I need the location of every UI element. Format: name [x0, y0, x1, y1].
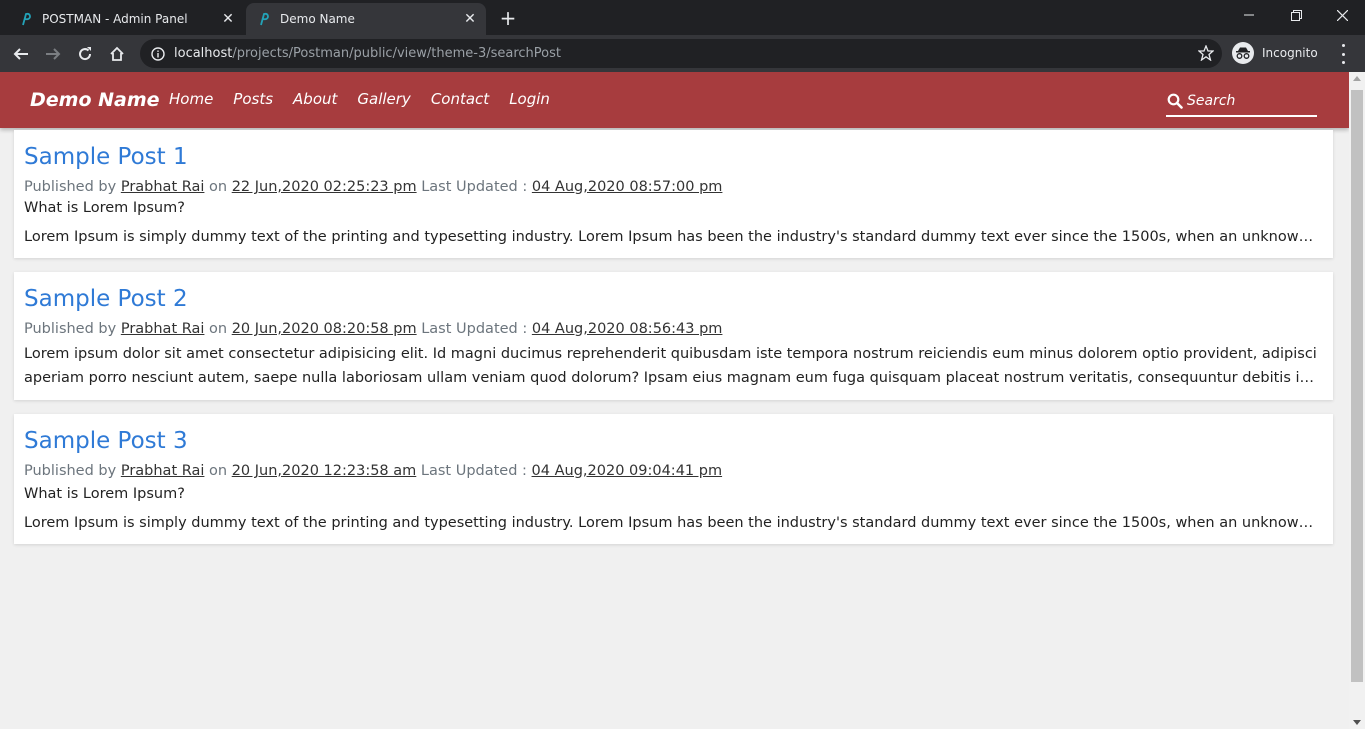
post-card: Sample Post 2 Published by Prabhat Rai o… — [14, 272, 1333, 400]
published-date[interactable]: 22 Jun,2020 02:25:23 pm — [232, 179, 417, 195]
updated-date[interactable]: 04 Aug,2020 08:57:00 pm — [532, 179, 723, 195]
post-card: Sample Post 3 Published by Prabhat Rai o… — [14, 414, 1333, 544]
post-excerpt-line: Lorem Ipsum is simply dummy text of the … — [24, 229, 1322, 245]
restore-icon[interactable] — [1285, 4, 1307, 26]
bookmark-star-icon[interactable] — [1197, 44, 1215, 62]
published-date[interactable]: 20 Jun,2020 12:23:58 am — [232, 463, 417, 479]
postman-favicon-icon — [256, 11, 272, 27]
incognito-indicator[interactable]: Incognito — [1232, 40, 1318, 66]
browser-tab-admin[interactable]: POSTMAN - Admin Panel ✕ — [8, 3, 244, 35]
search-placeholder: Search — [1187, 92, 1236, 109]
published-date[interactable]: 20 Jun,2020 08:20:58 pm — [232, 321, 417, 337]
incognito-label: Incognito — [1262, 46, 1318, 60]
site-info-icon[interactable] — [150, 46, 166, 62]
tab-title: Demo Name — [280, 12, 355, 26]
post-excerpt-line: Lorem ipsum dolor sit amet consectetur a… — [24, 346, 1317, 362]
tab-close-icon[interactable]: ✕ — [220, 11, 236, 27]
tab-title: POSTMAN - Admin Panel — [42, 12, 188, 26]
author-link[interactable]: Prabhat Rai — [121, 321, 205, 337]
scrollbar-thumb[interactable] — [1351, 90, 1363, 682]
site-navbar: Demo Name Home Posts About Gallery Conta… — [0, 72, 1349, 128]
browser-toolbar: localhost/projects/Postman/public/view/t… — [0, 35, 1365, 72]
post-title-link[interactable]: Sample Post 2 — [24, 286, 188, 312]
back-arrow-icon[interactable] — [9, 42, 33, 66]
browser-tab-strip: POSTMAN - Admin Panel ✕ Demo Name ✕ + — [0, 0, 1365, 35]
nav-link-gallery[interactable]: Gallery — [357, 90, 410, 108]
page-scrollbar[interactable] — [1349, 72, 1365, 729]
incognito-icon — [1232, 42, 1254, 64]
post-meta: Published by Prabhat Rai on 20 Jun,2020 … — [24, 321, 723, 337]
home-icon[interactable] — [105, 42, 129, 66]
browser-menu-icon[interactable] — [1336, 44, 1350, 64]
nav-link-home[interactable]: Home — [169, 90, 213, 108]
nav-link-posts[interactable]: Posts — [233, 90, 273, 108]
nav-link-login[interactable]: Login — [509, 90, 550, 108]
nav-link-about[interactable]: About — [293, 90, 337, 108]
browser-tab-demo[interactable]: Demo Name ✕ — [246, 3, 486, 35]
author-link[interactable]: Prabhat Rai — [121, 179, 205, 195]
search-icon — [1167, 93, 1183, 109]
tab-close-icon[interactable]: ✕ — [462, 11, 478, 27]
post-excerpt-line: What is Lorem Ipsum? — [24, 200, 185, 216]
post-excerpt-line: What is Lorem Ipsum? — [24, 486, 185, 502]
scroll-up-arrow-icon[interactable] — [1353, 76, 1361, 81]
updated-date[interactable]: 04 Aug,2020 09:04:41 pm — [532, 463, 723, 479]
postman-favicon-icon — [18, 11, 34, 27]
search-input[interactable]: Search — [1166, 86, 1317, 117]
post-excerpt-line: aperiam porro nesciunt autem, saepe null… — [24, 370, 1322, 386]
post-title-link[interactable]: Sample Post 1 — [24, 144, 188, 170]
new-tab-plus-icon[interactable]: + — [497, 8, 519, 30]
post-title-link[interactable]: Sample Post 3 — [24, 428, 188, 454]
nav-menu: Home Posts About Gallery Contact Login — [169, 90, 570, 108]
post-excerpt-line: Lorem Ipsum is simply dummy text of the … — [24, 515, 1322, 531]
close-window-icon[interactable] — [1331, 4, 1353, 26]
forward-arrow-icon[interactable] — [41, 42, 65, 66]
author-link[interactable]: Prabhat Rai — [121, 463, 205, 479]
site-brand[interactable]: Demo Name — [30, 89, 160, 111]
address-bar[interactable]: localhost/projects/Postman/public/view/t… — [140, 39, 1222, 68]
post-meta: Published by Prabhat Rai on 20 Jun,2020 … — [24, 463, 723, 479]
reload-icon[interactable] — [73, 42, 97, 66]
post-card: Sample Post 1 Published by Prabhat Rai o… — [14, 130, 1333, 258]
page-viewport: Demo Name Home Posts About Gallery Conta… — [0, 72, 1349, 729]
minimize-icon[interactable] — [1238, 4, 1260, 26]
post-meta: Published by Prabhat Rai on 22 Jun,2020 … — [24, 179, 723, 195]
nav-link-contact[interactable]: Contact — [431, 90, 489, 108]
url-text: localhost/projects/Postman/public/view/t… — [174, 46, 561, 61]
updated-date[interactable]: 04 Aug,2020 08:56:43 pm — [532, 321, 723, 337]
scroll-down-arrow-icon[interactable] — [1353, 720, 1361, 725]
